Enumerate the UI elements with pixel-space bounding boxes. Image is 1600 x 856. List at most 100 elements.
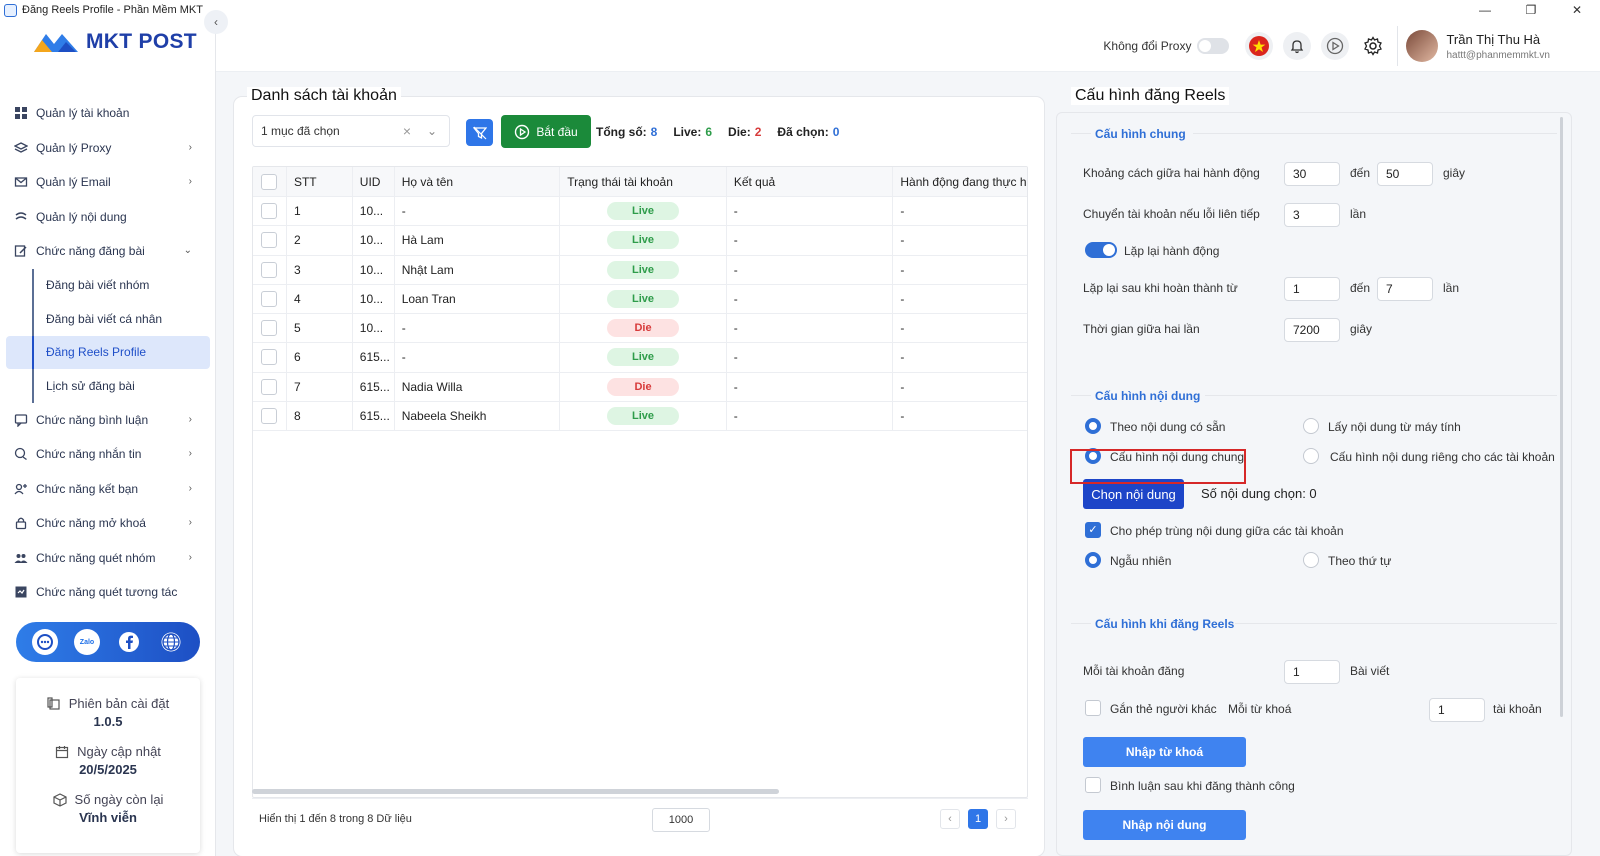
repeat-from-input[interactable]: 1 bbox=[1284, 277, 1340, 301]
avatar bbox=[1406, 30, 1439, 62]
column-header-result[interactable]: Kết quả bbox=[727, 167, 894, 196]
select-all-checkbox[interactable] bbox=[261, 173, 277, 190]
enter-keyword-button[interactable]: Nhập từ khoá bbox=[1083, 737, 1246, 767]
table-row[interactable]: 5 10... - Die - - bbox=[253, 314, 1027, 344]
account-stats: Tổng số: 8 Live: 6 Die: 2 Đã chọn: 0 bbox=[596, 125, 843, 139]
row-checkbox[interactable] bbox=[261, 378, 277, 395]
sidebar-item-content[interactable]: Quản lý nội dung bbox=[0, 200, 216, 235]
maximize-button[interactable]: ❐ bbox=[1508, 0, 1554, 20]
column-header-uid[interactable]: UID bbox=[353, 167, 395, 196]
play-video-button[interactable] bbox=[1321, 32, 1350, 60]
proxy-toggle[interactable] bbox=[1197, 38, 1230, 54]
sidebar-item-accounts[interactable]: Quản lý tài khoản bbox=[0, 96, 216, 131]
enter-content-button[interactable]: Nhập nội dung bbox=[1083, 810, 1246, 840]
sidebar-item-scan-interaction[interactable]: Chức năng quét tương tác bbox=[0, 575, 216, 610]
vietnam-flag-icon bbox=[1249, 36, 1270, 56]
chevron-right-icon: › bbox=[188, 141, 192, 153]
language-button[interactable] bbox=[1245, 32, 1274, 60]
start-button[interactable]: Bắt đầu bbox=[501, 115, 591, 148]
radio-ordered[interactable] bbox=[1303, 552, 1319, 568]
row-checkbox[interactable] bbox=[261, 290, 277, 307]
comment-after-post-checkbox[interactable] bbox=[1085, 777, 1101, 793]
delay-from-input[interactable]: 30 bbox=[1284, 162, 1340, 186]
user-profile[interactable]: Trần Thị Thu Hà hattt@phanmemmkt.vn bbox=[1397, 26, 1550, 66]
row-action: - bbox=[900, 291, 905, 306]
globe-icon[interactable] bbox=[158, 629, 184, 655]
sidebar-item-message[interactable]: Chức năng nhắn tin › bbox=[0, 437, 216, 472]
vertical-scrollbar[interactable] bbox=[1560, 117, 1563, 717]
tag-others-checkbox[interactable] bbox=[1085, 700, 1101, 716]
sidebar-item-proxy[interactable]: Quản lý Proxy › bbox=[0, 131, 216, 166]
table-row[interactable]: 8 615... Nabeela Sheikh Live - - bbox=[253, 401, 1027, 431]
support-icon[interactable] bbox=[32, 629, 58, 655]
comment-after-post-label: Bình luận sau khi đăng thành công bbox=[1110, 779, 1295, 793]
column-header-action[interactable]: Hành động đang thực h bbox=[893, 167, 1027, 196]
delay-to-input[interactable]: 50 bbox=[1377, 162, 1433, 186]
radio-computer-content[interactable] bbox=[1303, 418, 1319, 434]
minimize-button[interactable]: — bbox=[1462, 0, 1508, 20]
switch-account-input[interactable]: 3 bbox=[1284, 203, 1340, 227]
column-header-name[interactable]: Họ và tên bbox=[395, 167, 561, 196]
repeat-to-input[interactable]: 7 bbox=[1377, 277, 1433, 301]
column-header-stt[interactable]: STT bbox=[287, 167, 353, 196]
sidebar-subitem-reels-profile[interactable]: Đăng Reels Profile bbox=[6, 335, 210, 369]
chevron-right-icon: › bbox=[188, 176, 192, 187]
radio-available-content[interactable] bbox=[1085, 418, 1101, 434]
section-divider bbox=[1193, 133, 1557, 134]
interval-input[interactable]: 7200 bbox=[1284, 318, 1340, 342]
zalo-icon[interactable]: Zalo bbox=[74, 629, 100, 655]
table-row[interactable]: 6 615... - Live - - bbox=[253, 343, 1027, 373]
sidebar-item-scan-group[interactable]: Chức năng quét nhóm › bbox=[0, 541, 216, 576]
sidebar-subitem-personal-post[interactable]: Đăng bài viết cá nhân bbox=[0, 302, 216, 336]
window-titlebar: Đăng Reels Profile - Phần Mềm MKT — ❐ ✕ bbox=[0, 0, 1600, 20]
row-checkbox[interactable] bbox=[261, 261, 277, 278]
sidebar-item-posting[interactable]: Chức năng đăng bài ⌄ bbox=[0, 234, 216, 269]
clear-icon[interactable]: × bbox=[403, 123, 411, 139]
seconds-label: giây bbox=[1350, 322, 1373, 336]
repeat-action-toggle[interactable] bbox=[1085, 242, 1117, 258]
table-row[interactable]: 7 615... Nadia Willa Die - - bbox=[253, 372, 1027, 402]
account-filter-select[interactable]: 1 mục đã chọn × ⌄ bbox=[252, 115, 450, 147]
radio-separate-config[interactable] bbox=[1303, 448, 1319, 464]
page-size-select[interactable]: 1000 bbox=[652, 808, 710, 832]
row-checkbox[interactable] bbox=[261, 320, 277, 337]
sidebar-item-friend[interactable]: Chức năng kết bạn › bbox=[0, 472, 216, 507]
lock-icon bbox=[15, 517, 27, 530]
edit-icon bbox=[14, 245, 27, 257]
row-result: - bbox=[727, 255, 894, 284]
row-checkbox[interactable] bbox=[261, 349, 277, 366]
per-account-input[interactable]: 1 bbox=[1284, 660, 1340, 684]
sidebar-collapse-button[interactable]: ‹ bbox=[204, 10, 228, 34]
next-page-button[interactable]: › bbox=[996, 809, 1016, 829]
sidebar-item-comment[interactable]: Chức năng bình luận › bbox=[0, 403, 216, 438]
sidebar-subitem-group-post[interactable]: Đăng bài viết nhóm bbox=[0, 268, 216, 303]
table-row[interactable]: 1 10... - Live - - bbox=[253, 197, 1027, 227]
allow-duplicate-checkbox[interactable]: ✓ bbox=[1085, 522, 1101, 538]
clear-filter-button[interactable] bbox=[466, 119, 493, 146]
radio-random[interactable] bbox=[1085, 552, 1101, 568]
logo-text: MKT POST bbox=[86, 30, 197, 53]
sidebar-item-unlock[interactable]: Chức năng mở khoá › bbox=[0, 506, 216, 541]
proxy-toggle-label: Không đổi Proxy bbox=[1103, 39, 1192, 53]
notification-button[interactable] bbox=[1283, 32, 1312, 60]
pagination-info: Hiển thị 1 đến 8 trong 8 Dữ liệu bbox=[259, 813, 412, 825]
prev-page-button[interactable]: ‹ bbox=[940, 809, 960, 829]
close-button[interactable]: ✕ bbox=[1554, 0, 1600, 20]
table-row[interactable]: 3 10... Nhật Lam Live - - bbox=[253, 255, 1027, 285]
table-row[interactable]: 2 10... Hà Lam Live - - bbox=[253, 226, 1027, 256]
settings-button[interactable] bbox=[1359, 32, 1387, 60]
row-checkbox[interactable] bbox=[261, 232, 277, 249]
sidebar-item-label: Quản lý Email bbox=[36, 175, 111, 190]
sidebar-item-email[interactable]: Quản lý Email › bbox=[0, 165, 216, 200]
sidebar-subitem-post-history[interactable]: Lịch sử đăng bài bbox=[0, 369, 216, 403]
content-icon bbox=[15, 212, 27, 220]
page-1-button[interactable]: 1 bbox=[968, 809, 988, 829]
row-checkbox[interactable] bbox=[261, 407, 277, 424]
horizontal-scrollbar[interactable] bbox=[252, 789, 779, 794]
facebook-icon[interactable] bbox=[116, 629, 142, 655]
column-header-status[interactable]: Trạng thái tài khoản bbox=[560, 167, 727, 196]
table-row[interactable]: 4 10... Loan Tran Live - - bbox=[253, 284, 1027, 314]
per-keyword-input[interactable]: 1 bbox=[1429, 698, 1485, 722]
row-result: - bbox=[727, 284, 894, 313]
row-checkbox[interactable] bbox=[261, 203, 277, 220]
